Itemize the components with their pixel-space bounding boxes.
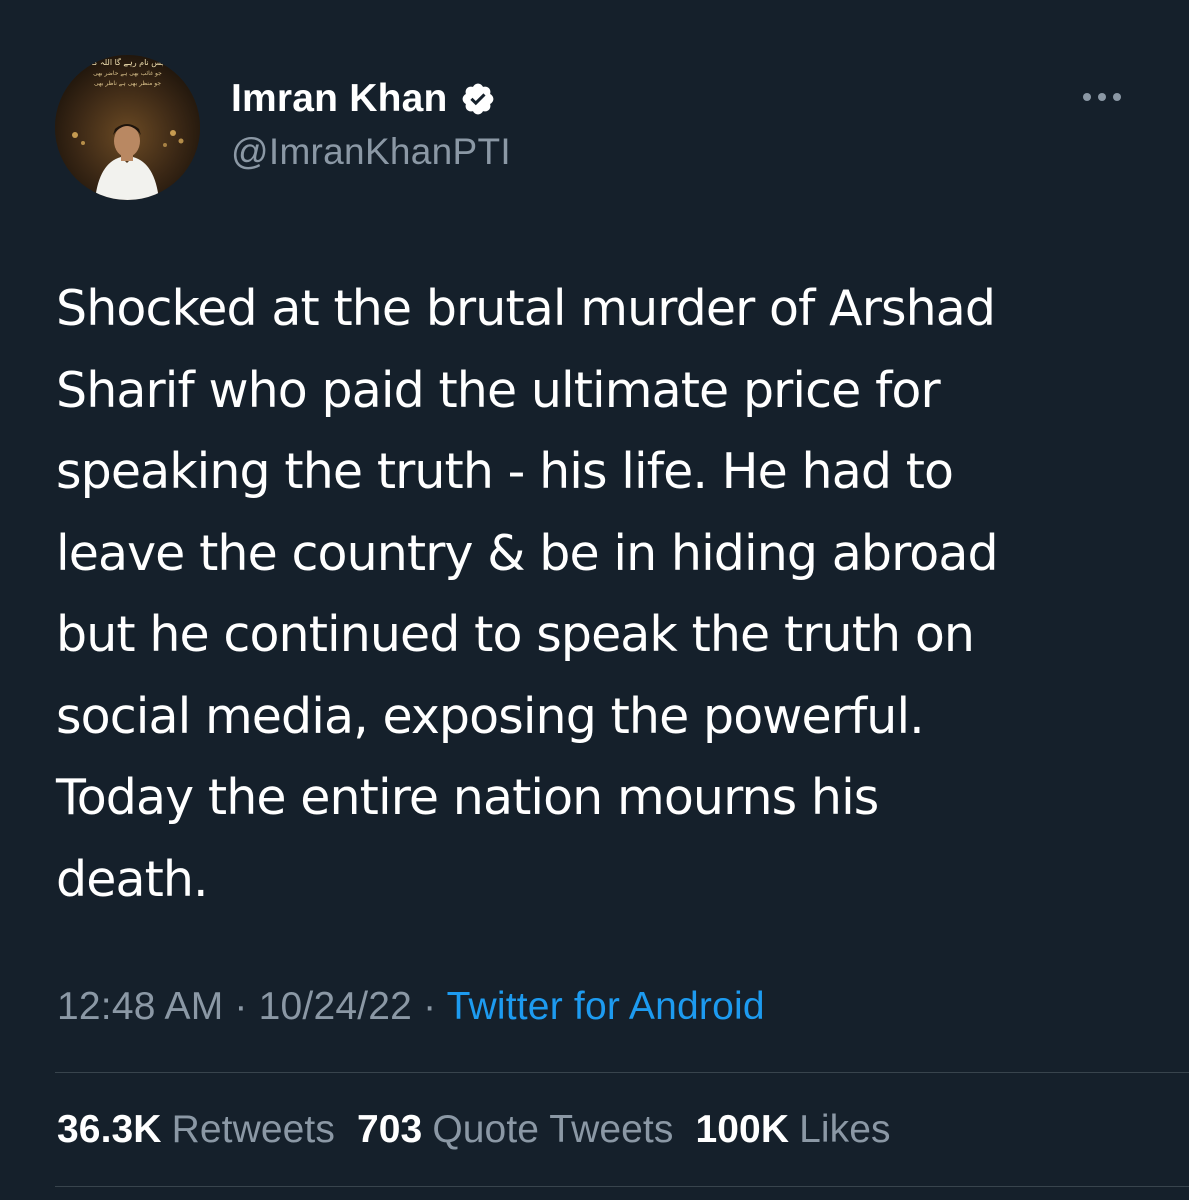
tweet-time[interactable]: 12:48 AM (57, 985, 223, 1028)
tweet-date[interactable]: 10/24/22 (259, 985, 412, 1028)
retweets-label: Retweets (171, 1108, 335, 1151)
avatar-caption: بس نام رہے گا اللہ کا جو غائب بھی ہے حاض… (91, 58, 164, 87)
quote-tweets-label: Quote Tweets (432, 1108, 674, 1151)
ellipsis-icon[interactable] (1079, 87, 1125, 107)
engagement-stats: 36.3K Retweets 703 Quote Tweets 100K Likes (57, 1108, 913, 1152)
meta-separator: · (412, 985, 447, 1028)
display-name-row: Imran Khan (231, 75, 511, 123)
user-handle[interactable]: @ImranKhanPTI (231, 131, 511, 173)
tweet-header: بس نام رہے گا اللہ کا جو غائب بھی ہے حاض… (55, 55, 1140, 200)
divider (55, 1186, 1189, 1187)
tweet-source-link[interactable]: Twitter for Android (447, 985, 765, 1028)
likes-label: Likes (799, 1108, 891, 1151)
quote-tweets-count: 703 (356, 1108, 423, 1151)
display-name[interactable]: Imran Khan (231, 77, 448, 121)
tweet-text: Shocked at the brutal murder of Arshad S… (56, 280, 999, 908)
retweets-count: 36.3K (57, 1108, 162, 1151)
quote-tweets-stat[interactable]: 703 Quote Tweets (357, 1108, 674, 1152)
divider (55, 1072, 1189, 1073)
likes-stat[interactable]: 100K Likes (695, 1108, 890, 1152)
retweets-stat[interactable]: 36.3K Retweets (57, 1108, 335, 1152)
meta-separator: · (223, 985, 259, 1028)
user-meta: Imran Khan @ImranKhanPTI (231, 75, 511, 173)
verified-badge-icon (460, 81, 496, 117)
avatar[interactable]: بس نام رہے گا اللہ کا جو غائب بھی ہے حاض… (55, 55, 200, 200)
tweet-meta: 12:48 AM · 10/24/22 · Twitter for Androi… (57, 985, 765, 1029)
likes-count: 100K (695, 1108, 790, 1151)
